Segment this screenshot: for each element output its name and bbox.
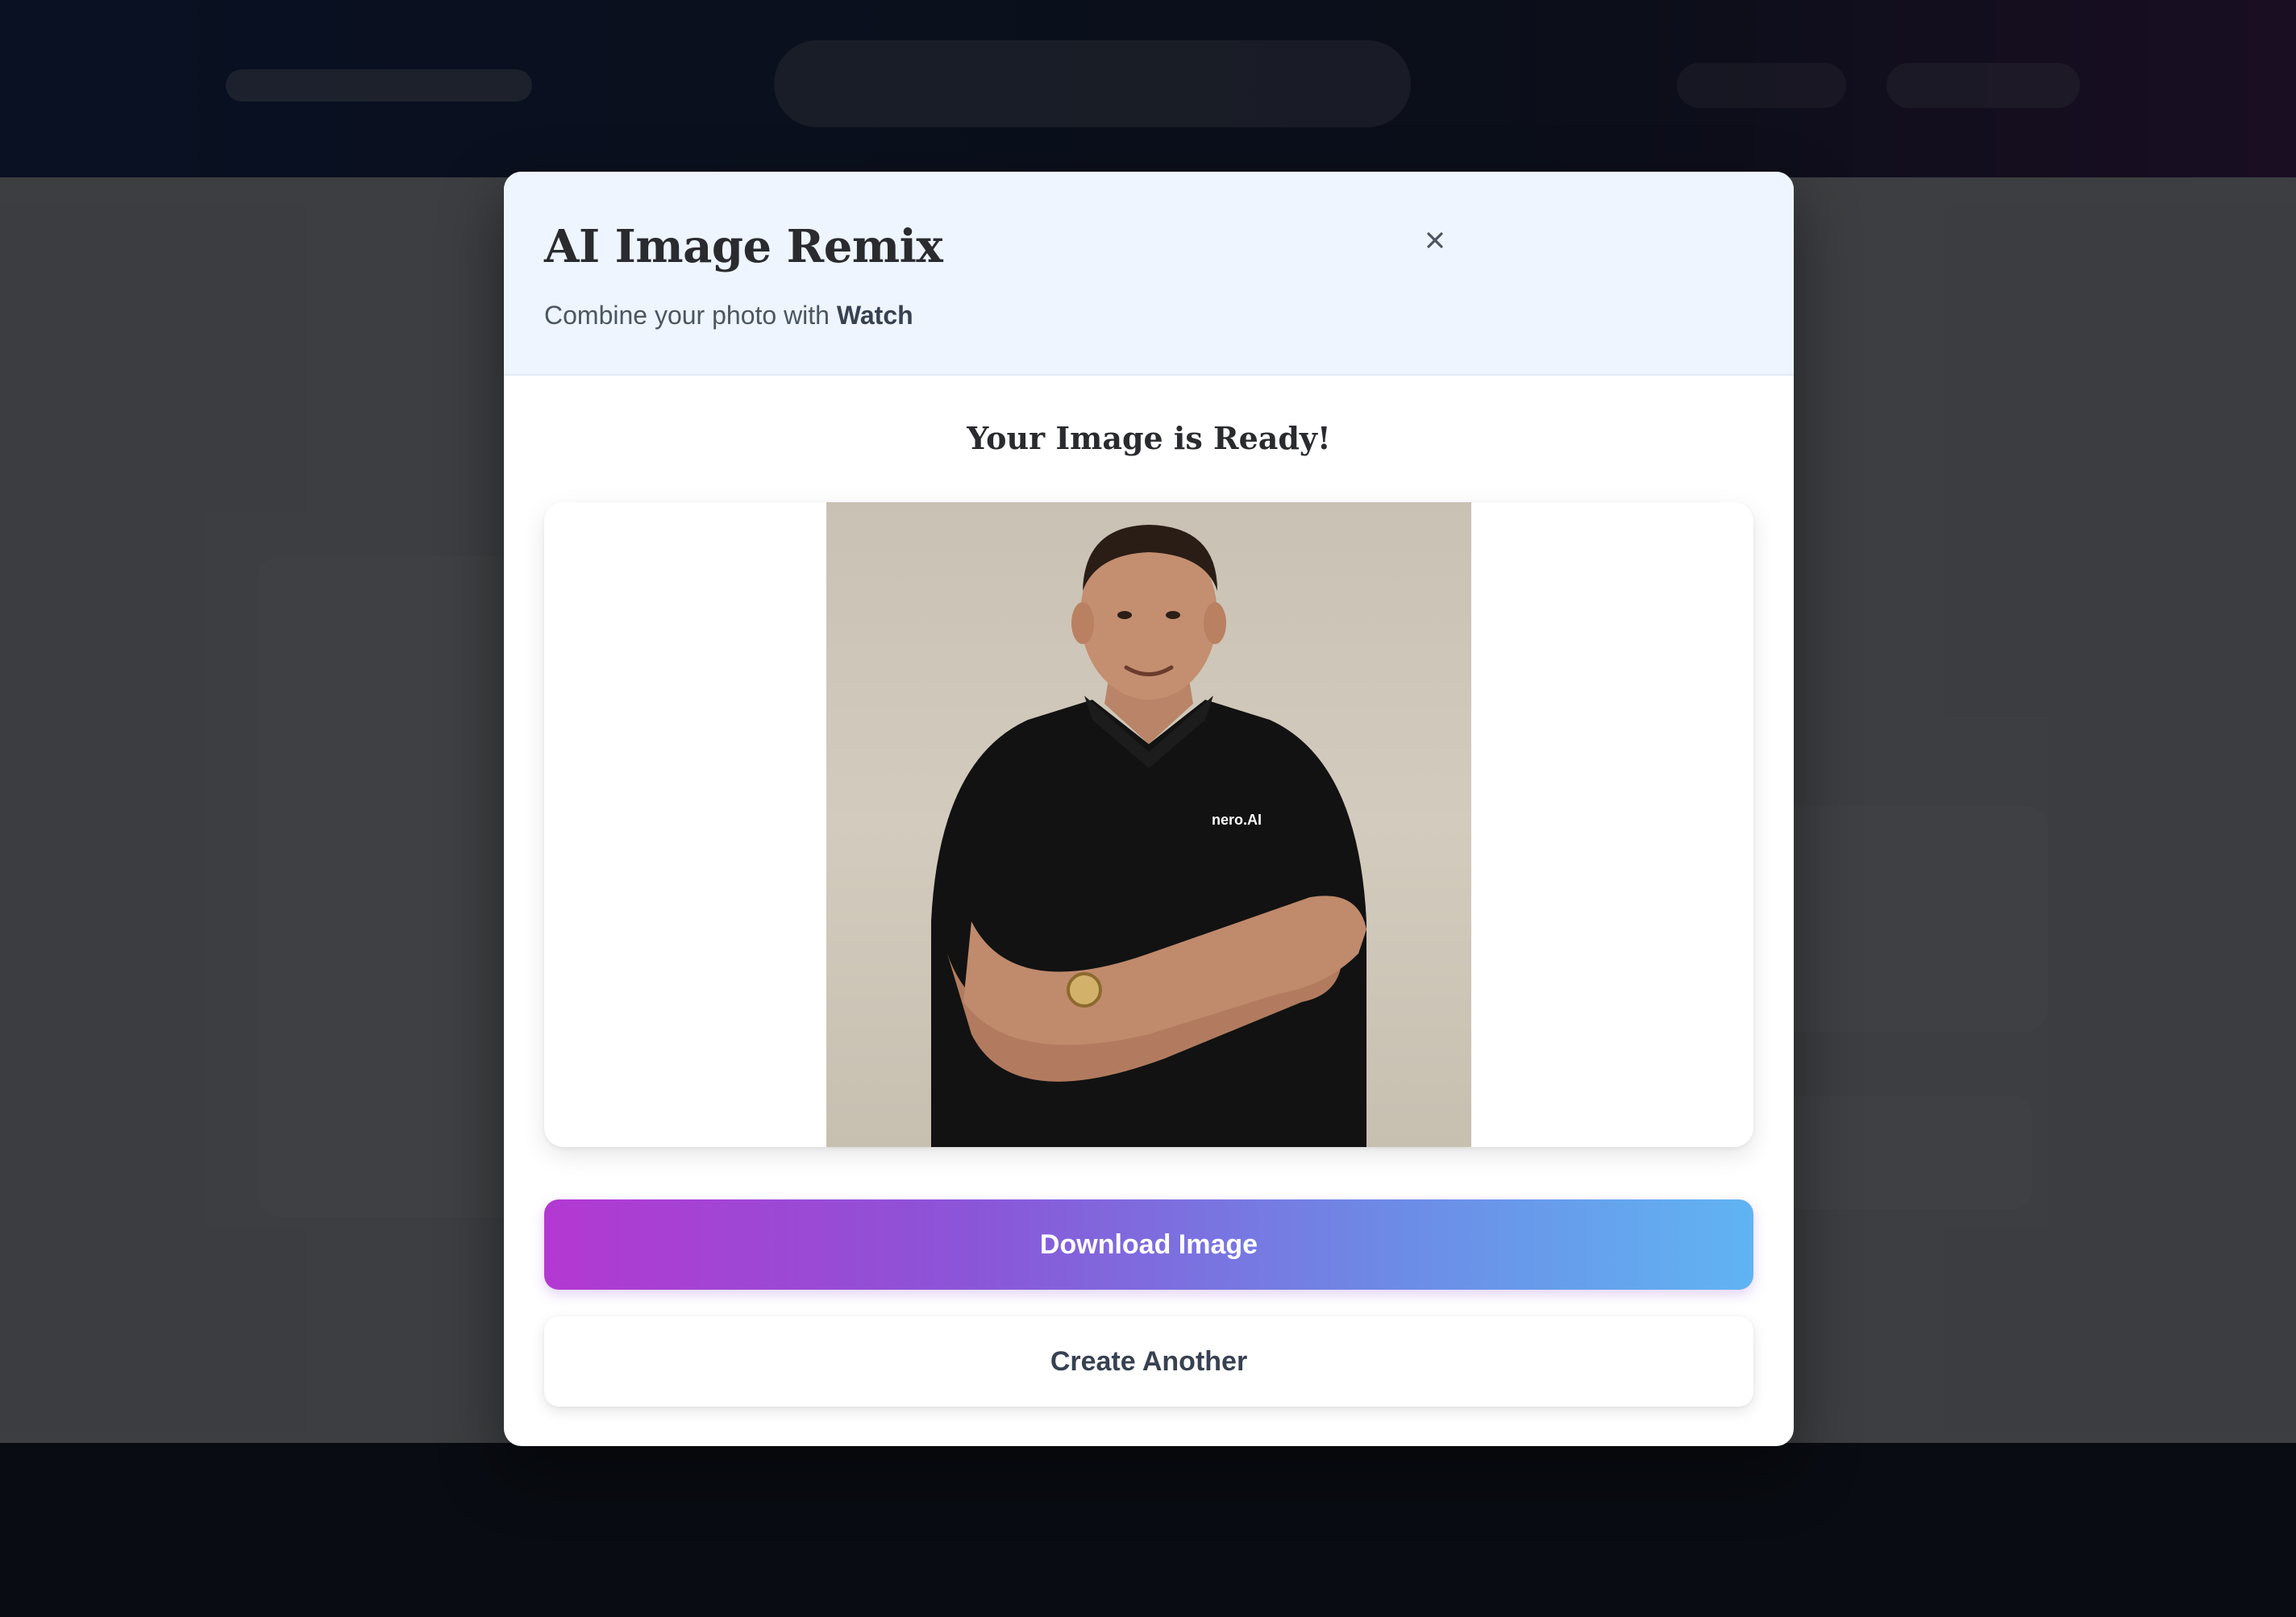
result-image-card: nero.AI [544,502,1753,1147]
result-heading: Your Image is Ready! [967,420,1331,456]
download-image-button[interactable]: Download Image [544,1199,1753,1290]
subtitle-item-name: Watch [836,301,913,330]
shirt-logo-text: nero.AI [1212,812,1262,828]
close-icon [1427,232,1443,248]
create-another-button[interactable]: Create Another [544,1316,1753,1407]
modal-title: AI Image Remix [544,220,943,273]
image-remix-modal: AI Image Remix Combine your photo with W… [504,172,1794,1446]
modal-header: AI Image Remix Combine your photo with W… [504,172,1794,376]
result-image[interactable]: nero.AI [826,502,1471,1147]
portrait-illustration: nero.AI [931,525,1366,1147]
close-button[interactable] [1407,212,1463,268]
modal-subtitle: Combine your photo with Watch [544,301,913,330]
subtitle-prefix: Combine your photo with [544,301,837,330]
